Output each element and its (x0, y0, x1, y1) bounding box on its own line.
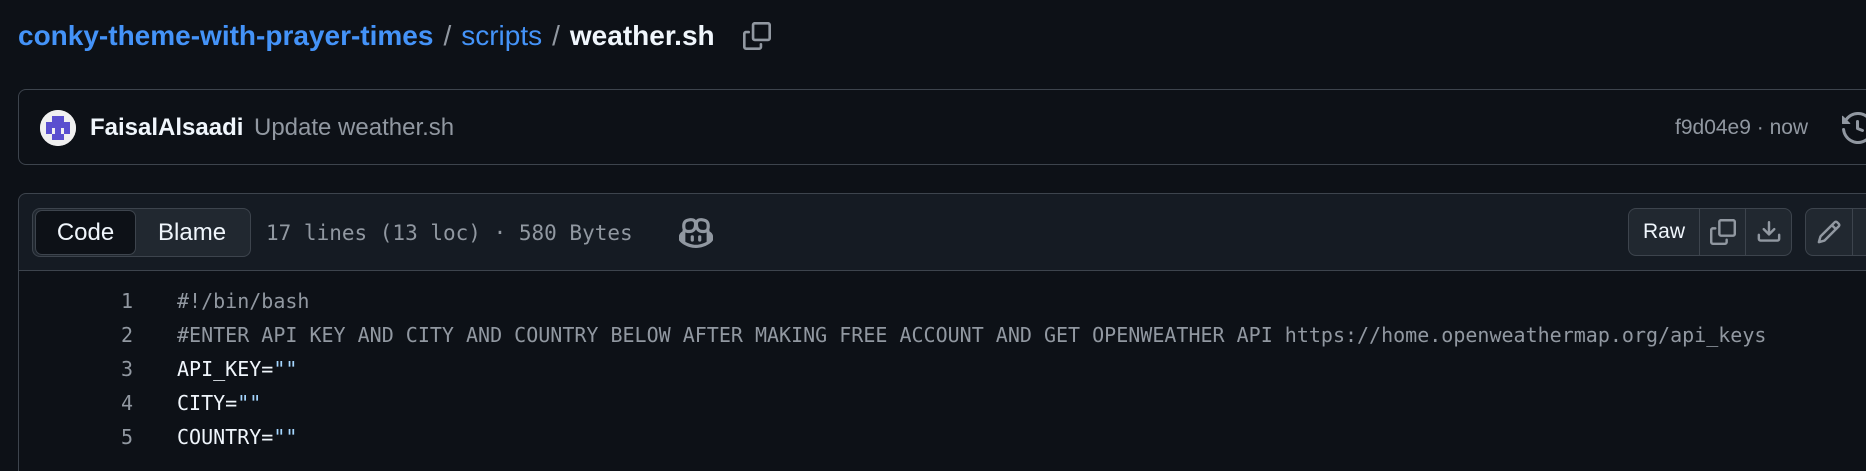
line-number[interactable]: 5 (81, 420, 133, 454)
breadcrumb-file-name: weather.sh (569, 20, 715, 51)
edit-group (1805, 208, 1866, 256)
commit-message[interactable]: Update weather.sh (254, 110, 454, 146)
download-button[interactable] (1745, 209, 1791, 255)
line-content: #!/bin/bash (177, 289, 310, 313)
breadcrumb-separator: / (552, 20, 560, 51)
line-number[interactable]: 2 (81, 318, 133, 352)
edit-button[interactable] (1806, 209, 1852, 255)
line-number[interactable]: 1 (81, 284, 133, 318)
avatar[interactable] (40, 110, 76, 146)
file-stats: 17 lines (13 loc) · 580 Bytes (266, 221, 633, 245)
code-view: 1 #!/bin/bash 2 #ENTER API KEY AND CITY … (18, 271, 1866, 471)
latest-commit-box: FaisalAlsaadi Update weather.sh f9d04e9 … (18, 89, 1866, 165)
line-number[interactable]: 3 (81, 352, 133, 386)
line-number[interactable]: 4 (81, 386, 133, 420)
copy-path-icon[interactable] (739, 18, 775, 54)
copy-raw-button[interactable] (1699, 209, 1745, 255)
edit-dropdown-button[interactable] (1852, 209, 1866, 255)
line-content: CITY="" (177, 386, 261, 420)
breadcrumb: conky-theme-with-prayer-times / scripts … (18, 14, 775, 58)
file-header: Code Blame 17 lines (13 loc) · 580 Bytes… (18, 193, 1866, 271)
breadcrumb-repo-link[interactable]: conky-theme-with-prayer-times (18, 20, 433, 52)
string-literal: "" (273, 425, 298, 449)
string-literal: "" (273, 357, 298, 381)
variable-name: COUNTRY= (177, 425, 274, 449)
file-actions-group: Raw (1628, 208, 1792, 256)
code-blame-toggle: Code Blame (32, 208, 251, 257)
tab-code[interactable]: Code (35, 210, 137, 255)
variable-name: API_KEY= (177, 357, 274, 381)
download-icon (1757, 221, 1780, 242)
line-content: API_KEY="" (177, 352, 297, 386)
variable-name: CITY= (177, 391, 238, 415)
pencil-icon (1817, 220, 1841, 244)
tab-blame[interactable]: Blame (136, 210, 248, 255)
breadcrumb-separator: / (443, 20, 452, 51)
string-literal: "" (237, 391, 262, 415)
copy-icon (1709, 219, 1736, 245)
breadcrumb-folder-link[interactable]: scripts (461, 20, 542, 52)
raw-button[interactable]: Raw (1629, 209, 1699, 255)
history-icon[interactable] (1838, 108, 1866, 148)
commit-hash-time[interactable]: f9d04e9 · now (1675, 110, 1808, 146)
commit-author[interactable]: FaisalAlsaadi (90, 110, 243, 146)
copilot-icon[interactable] (677, 214, 715, 252)
line-content: #ENTER API KEY AND CITY AND COUNTRY BELO… (177, 323, 1767, 347)
line-content: COUNTRY="" (177, 420, 297, 454)
